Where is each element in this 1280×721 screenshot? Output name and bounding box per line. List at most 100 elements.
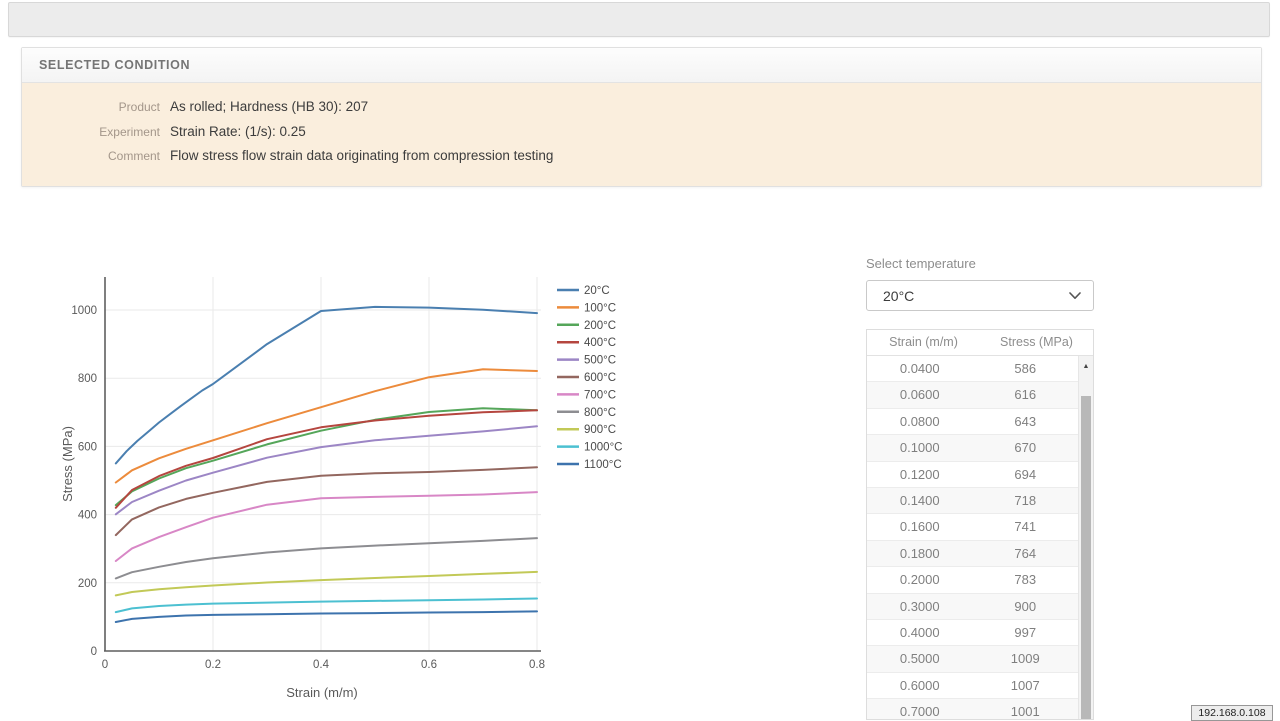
table-row[interactable]: 0.70001001 [867, 699, 1078, 719]
table-cell: 741 [973, 514, 1079, 539]
legend-item-20°C[interactable]: 20°C [557, 285, 610, 297]
table-cell: 0.1600 [867, 514, 973, 539]
legend-item-800°C[interactable]: 800°C [557, 407, 616, 419]
legend-label: 700°C [584, 389, 616, 401]
scrollbar-thumb[interactable] [1081, 396, 1091, 720]
x-axis-title: Strain (m/m) [286, 685, 358, 700]
experiment-label: Experiment [42, 120, 170, 145]
table-row[interactable]: 0.1400718 [867, 488, 1078, 514]
table-cell: 0.1200 [867, 462, 973, 487]
table-row[interactable]: 0.1600741 [867, 514, 1078, 540]
legend-label: 500°C [584, 355, 616, 367]
scrollbar-up-arrow-icon[interactable]: ▲ [1079, 356, 1093, 376]
panel-title: SELECTED CONDITION [39, 58, 190, 72]
table-cell: 718 [973, 488, 1079, 513]
table-row[interactable]: 0.1000670 [867, 435, 1078, 461]
selected-condition-body: Product As rolled; Hardness (HB 30): 207… [22, 83, 1261, 186]
series-line-20°C [116, 307, 537, 464]
condition-row-experiment: Experiment Strain Rate: (1/s): 0.25 [42, 120, 1241, 145]
table-cell: 0.1400 [867, 488, 973, 513]
table-row[interactable]: 0.0800643 [867, 409, 1078, 435]
column-header-strain: Strain (m/m) [867, 330, 980, 355]
table-row[interactable]: 0.3000900 [867, 594, 1078, 620]
legend-item-400°C[interactable]: 400°C [557, 337, 616, 349]
legend-item-100°C[interactable]: 100°C [557, 302, 616, 314]
table-row[interactable]: 0.2000783 [867, 567, 1078, 593]
y-axis-title: Stress (MPa) [60, 426, 75, 502]
legend-item-600°C[interactable]: 600°C [557, 372, 616, 384]
legend-item-200°C[interactable]: 200°C [557, 320, 616, 332]
product-label: Product [42, 95, 170, 120]
selected-condition-panel: SELECTED CONDITION Product As rolled; Ha… [21, 47, 1262, 187]
table-cell: 616 [973, 382, 1079, 407]
comment-label: Comment [42, 144, 170, 169]
series-line-600°C [116, 467, 537, 535]
table-cell: 643 [973, 409, 1079, 434]
table-cell: 0.3000 [867, 594, 973, 619]
x-tick-label: 0.8 [529, 659, 545, 671]
stress-strain-chart: 0200400600800100000.20.40.60.8Strain (m/… [60, 270, 640, 710]
legend-label: 100°C [584, 302, 616, 314]
series-line-1100°C [116, 611, 537, 622]
product-value: As rolled; Hardness (HB 30): 207 [170, 95, 368, 120]
table-row[interactable]: 0.60001007 [867, 673, 1078, 699]
experiment-value: Strain Rate: (1/s): 0.25 [170, 120, 306, 145]
legend-label: 800°C [584, 407, 616, 419]
table-cell: 764 [973, 541, 1079, 566]
table-cell: 997 [973, 620, 1079, 645]
table-cell: 1001 [973, 699, 1079, 719]
table-cell: 0.6000 [867, 673, 973, 698]
legend-label: 900°C [584, 424, 616, 436]
table-cell: 1009 [973, 646, 1079, 671]
table-cell: 1007 [973, 673, 1079, 698]
x-tick-label: 0.4 [313, 659, 330, 671]
series-line-700°C [116, 492, 537, 561]
table-cell: 0.2000 [867, 567, 973, 592]
table-row[interactable]: 0.4000997 [867, 620, 1078, 646]
legend-item-1000°C[interactable]: 1000°C [557, 442, 623, 454]
column-header-stress: Stress (MPa) [980, 330, 1093, 355]
y-tick-label: 1000 [71, 305, 97, 317]
series-line-900°C [116, 572, 537, 596]
table-cell: 0.5000 [867, 646, 973, 671]
series-line-200°C [116, 408, 537, 505]
screenshare-ip-overlay: 192.168.0.108 [1191, 705, 1273, 721]
table-cell: 694 [973, 462, 1079, 487]
legend-item-1100°C[interactable]: 1100°C [557, 459, 622, 471]
legend-label: 1100°C [584, 459, 622, 471]
table-row[interactable]: 0.1800764 [867, 541, 1078, 567]
y-tick-label: 0 [91, 646, 97, 658]
table-cell: 0.7000 [867, 699, 973, 719]
temperature-select[interactable]: 20°C [866, 280, 1094, 311]
x-tick-label: 0.6 [421, 659, 437, 671]
legend-item-900°C[interactable]: 900°C [557, 424, 616, 436]
legend-label: 200°C [584, 320, 616, 332]
condition-row-comment: Comment Flow stress flow strain data ori… [42, 144, 1241, 169]
temperature-select-value: 20°C [883, 288, 914, 304]
chevron-down-icon [1069, 292, 1081, 300]
legend-label: 20°C [584, 285, 610, 297]
chart-svg: 0200400600800100000.20.40.60.8Strain (m/… [60, 270, 640, 710]
table-cell: 586 [973, 356, 1079, 381]
y-tick-label: 200 [78, 578, 97, 590]
table-header-row: Strain (m/m) Stress (MPa) [867, 330, 1093, 356]
table-row[interactable]: 0.0600616 [867, 382, 1078, 408]
legend-label: 1000°C [584, 442, 623, 454]
table-cell: 0.0800 [867, 409, 973, 434]
series-line-400°C [116, 410, 537, 508]
comment-value: Flow stress flow strain data originating… [170, 144, 553, 169]
legend-item-700°C[interactable]: 700°C [557, 389, 616, 401]
y-tick-label: 800 [78, 373, 97, 385]
legend-item-500°C[interactable]: 500°C [557, 355, 616, 367]
selected-condition-header: SELECTED CONDITION [22, 48, 1261, 83]
table-row[interactable]: 0.0400586 [867, 356, 1078, 382]
top-toolbar [8, 2, 1270, 37]
table-scrollbar[interactable]: ▲ [1078, 356, 1093, 719]
series-line-1000°C [116, 599, 537, 613]
table-row[interactable]: 0.50001009 [867, 646, 1078, 672]
table-row[interactable]: 0.1200694 [867, 462, 1078, 488]
condition-row-product: Product As rolled; Hardness (HB 30): 207 [42, 95, 1241, 120]
y-tick-label: 400 [78, 510, 97, 522]
table-body: 0.04005860.06006160.08006430.10006700.12… [867, 356, 1078, 719]
table-cell: 670 [973, 435, 1079, 460]
